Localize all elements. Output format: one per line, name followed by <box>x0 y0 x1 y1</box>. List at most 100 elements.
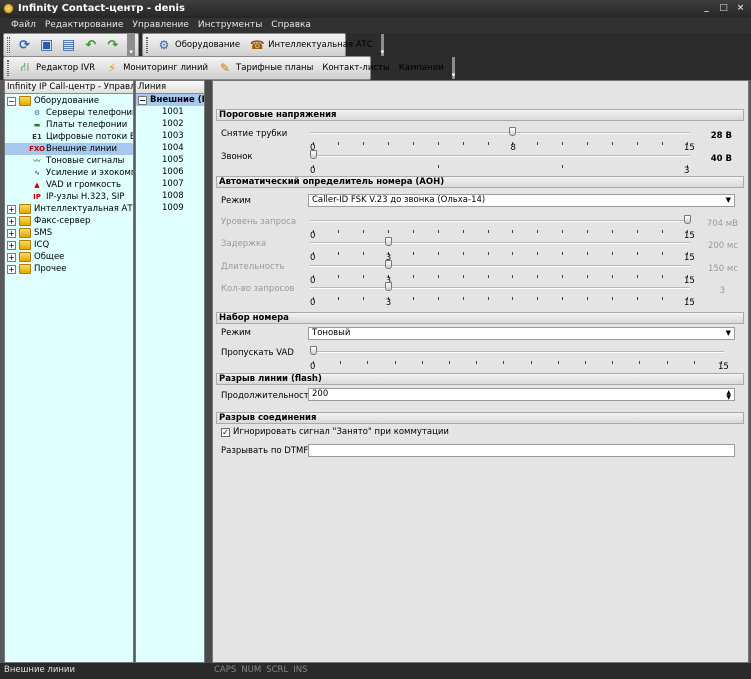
tariffs-button[interactable]: ✎ Тарифные планы <box>214 58 316 78</box>
menu-file[interactable]: Файл <box>11 18 36 33</box>
refresh-icon[interactable]: ⟳ <box>15 35 34 55</box>
tree-node-child[interactable]: 〰 Тоновые сигналы <box>5 155 133 167</box>
toolbar-overflow[interactable]: ▾ <box>380 34 385 56</box>
toolbar-grip[interactable] <box>7 37 10 53</box>
splitter[interactable] <box>205 80 212 663</box>
save-all-icon[interactable]: ▤ <box>59 35 78 55</box>
request-count-slider[interactable]: 0 15 3 <box>310 281 695 308</box>
tree-node-child[interactable]: ▬ Платы телефонии <box>5 119 133 131</box>
ignore-busy-checkbox[interactable]: ✓ Игнорировать сигнал "Занято" при комму… <box>221 427 449 437</box>
tree-node-label: Прочее <box>34 264 67 274</box>
collapse-icon[interactable]: − <box>138 95 147 105</box>
slider-thumb[interactable] <box>384 260 392 269</box>
line-item[interactable]: 1008 <box>136 190 204 202</box>
skip-vad-slider[interactable]: 0 15 <box>310 345 729 372</box>
pbx-button[interactable]: ☎ Интеллектуальная АТС <box>246 35 375 55</box>
lines-group[interactable]: − Внешние (FXO) <box>136 94 204 106</box>
tree-node-equipment[interactable]: − Оборудование <box>5 95 133 107</box>
slider-track <box>310 132 690 134</box>
line-item[interactable]: 1001 <box>136 106 204 118</box>
menu-manage[interactable]: Управление <box>132 18 188 33</box>
save-icon[interactable]: ▣ <box>37 35 56 55</box>
tree-node-child[interactable]: ∿ Усиление и эхокомпенс <box>5 167 133 179</box>
collapse-icon[interactable]: − <box>7 96 16 106</box>
contact-lists-button[interactable]: Контакт-листы <box>319 58 392 78</box>
menu-help[interactable]: Справка <box>271 18 311 33</box>
expand-icon[interactable]: + <box>7 252 16 262</box>
line-item[interactable]: 1005 <box>136 154 204 166</box>
slider-thumb[interactable] <box>310 346 317 355</box>
lines-group-label: Внешние (FXO) <box>150 95 204 105</box>
slider-tick <box>362 230 364 233</box>
close-button[interactable]: × <box>734 2 747 14</box>
delay-slider[interactable]: 0 15 3 <box>310 236 695 263</box>
maximize-button[interactable]: □ <box>717 2 730 14</box>
cid-mode-select[interactable]: Caller-ID FSK V.23 до звонка (Ольха-14) … <box>308 194 735 207</box>
undo-icon[interactable]: ↶ <box>81 35 100 55</box>
expand-icon[interactable]: + <box>7 216 16 226</box>
slider-tick <box>662 230 664 233</box>
dtmf-input[interactable] <box>308 444 735 457</box>
expand-icon[interactable]: + <box>7 240 16 250</box>
menu-edit[interactable]: Редактирование <box>45 18 124 33</box>
request-level-slider[interactable]: 0 15 <box>310 214 695 241</box>
line-item[interactable]: 1003 <box>136 130 204 142</box>
slider-tick <box>337 297 339 300</box>
tree-node-child[interactable]: IP IP-узлы H.323, SIP <box>5 191 133 203</box>
expand-icon[interactable]: + <box>7 264 16 274</box>
request-level-label: Уровень запроса <box>221 217 297 227</box>
tree-node-root[interactable]: + ICQ <box>5 239 133 251</box>
spinner-arrows-icon[interactable]: ▲ ▼ <box>726 390 731 401</box>
checkbox-check-icon[interactable]: ✓ <box>221 427 230 437</box>
pbx-icon: ☎ <box>249 38 265 52</box>
ivr-editor-button[interactable]: ⛙ Редактор IVR <box>14 58 98 78</box>
slider-tick <box>487 142 489 145</box>
monitoring-button[interactable]: ⚡ Мониторинг линий <box>101 58 211 78</box>
tree-node-child[interactable]: E1 Цифровые потоки E1 <box>5 131 133 143</box>
slider-thumb[interactable] <box>384 282 392 291</box>
tree-node-label: Интеллектуальная АТС <box>34 204 134 214</box>
tree-node-root[interactable]: + SMS <box>5 227 133 239</box>
slider-tick <box>639 361 641 364</box>
tree-node-label: Факс-сервер <box>34 216 91 226</box>
line-item[interactable]: 1007 <box>136 178 204 190</box>
settings-panel: Пороговые напряжения Снятие трубки 0 15 8 … <box>212 80 749 663</box>
dial-mode-select[interactable]: Тоновый ▼ <box>308 327 735 340</box>
toolbar-overflow[interactable]: ▾ <box>451 57 456 79</box>
tree-node-label: Оборудование <box>34 96 100 106</box>
toolbar-tools: ⛙ Редактор IVR ⚡ Мониторинг линий ✎ Тари… <box>3 56 456 80</box>
minimize-button[interactable]: _ <box>700 2 713 14</box>
offhook-slider[interactable]: 0 15 8 <box>310 126 695 153</box>
tree-node-root[interactable]: + Общее <box>5 251 133 263</box>
toolbar-grip[interactable] <box>7 60 9 76</box>
campaigns-button[interactable]: Кампании <box>396 58 447 78</box>
slider-thumb[interactable] <box>509 127 517 136</box>
section-flash: Разрыв линии (flash) <box>216 373 744 385</box>
slider-thumb[interactable] <box>384 237 392 246</box>
ring-slider[interactable]: 03 <box>310 149 690 176</box>
toolbar-row-1: ⟳ ▣ ▤ ↶ ↷ ▾ ⚙ Оборудование ☎ Интеллектуа… <box>0 33 751 57</box>
line-item[interactable]: 1006 <box>136 166 204 178</box>
tree-node-child[interactable]: ▲ VAD и громкость <box>5 179 133 191</box>
expand-icon[interactable]: + <box>7 228 16 238</box>
tree-node-root[interactable]: + Факс-сервер <box>5 215 133 227</box>
toolbar-overflow[interactable]: ▾ <box>127 34 135 56</box>
duration-slider[interactable]: 0 15 3 <box>310 259 695 286</box>
menu-tools[interactable]: Инструменты <box>198 18 262 33</box>
line-item[interactable]: 1009 <box>136 202 204 214</box>
menu-bar: Файл Редактирование Управление Инструмен… <box>0 18 751 33</box>
redo-icon[interactable]: ↷ <box>103 35 122 55</box>
lightning-icon: ⚡ <box>107 61 117 75</box>
tree-node-root[interactable]: + Прочее <box>5 263 133 275</box>
slider-thumb[interactable] <box>310 150 317 159</box>
tree-node-child[interactable]: FXO Внешние линии <box>5 143 133 155</box>
tree-node-label: Усиление и эхокомпенс <box>46 168 133 178</box>
equipment-button[interactable]: ⚙ Оборудование <box>153 35 243 55</box>
flash-duration-spinner[interactable]: 200 ▲ ▼ <box>308 388 735 401</box>
line-item[interactable]: 1002 <box>136 118 204 130</box>
toolbar-grip[interactable] <box>146 37 148 53</box>
line-item[interactable]: 1004 <box>136 142 204 154</box>
tree-node-root[interactable]: + Интеллектуальная АТС <box>5 203 133 215</box>
tree-node-child[interactable]: ⚙ Серверы телефонии <box>5 107 133 119</box>
expand-icon[interactable]: + <box>7 204 16 214</box>
